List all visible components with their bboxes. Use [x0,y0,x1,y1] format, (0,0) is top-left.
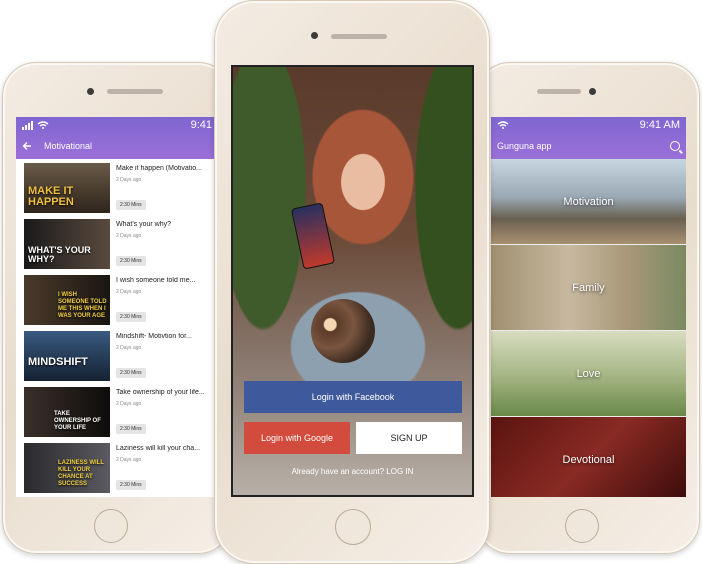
front-camera [589,88,596,95]
video-date: 2 Days ago [116,345,142,351]
video-list: MAKE IT HAPPEN Make it happen (Motivatio… [16,159,218,495]
video-title: Mindshift- Motivtion for... [116,333,192,340]
video-title: I wish someone told me... [116,277,196,284]
video-date: 2 Days ago [116,289,142,295]
video-duration: 2:30 Mins [116,312,146,322]
list-item[interactable]: MAKE IT HAPPEN Make it happen (Motivatio… [24,163,218,215]
video-thumbnail[interactable]: TAKE OWNERSHIP OF YOUR LIFE [24,387,110,437]
home-button[interactable] [565,509,599,543]
video-thumbnail[interactable]: MINDSHIFT [24,331,110,381]
category-label: Motivation [563,195,614,208]
category-devotional[interactable]: Devotional [491,416,686,497]
login-screen: Login with Facebook Login with Google SI… [231,65,474,497]
category-motivation[interactable]: Motivation [491,159,686,244]
earpiece-speaker [331,34,387,39]
right-screen: 9:41 AM Gunguna app Motivation Family Lo… [491,117,686,497]
front-camera [87,88,94,95]
thumbnail-text: MINDSHIFT [28,356,88,368]
list-item[interactable]: MINDSHIFT Mindshift- Motivtion for... 2 … [24,331,218,383]
video-duration: 2:30 Mins [116,424,146,434]
video-date: 2 Days ago [116,233,142,239]
video-thumbnail[interactable]: LAZINESS WILL KILL YOUR CHANCE AT SUCCES… [24,443,110,493]
app-title: Gunguna app [497,141,552,151]
back-arrow-icon[interactable] [22,141,32,151]
category-label: Love [576,367,601,380]
category-label: Devotional [562,453,615,466]
left-phone: 9:41 Motivational MAKE IT HAPPEN Make it… [2,62,232,554]
category-love[interactable]: Love [491,330,686,416]
center-phone: Login with Facebook Login with Google SI… [214,0,490,564]
list-item[interactable]: TAKE OWNERSHIP OF YOUR LIFE Take ownersh… [24,387,218,439]
app-bar: Gunguna app [491,133,686,159]
front-camera [311,32,318,39]
home-button[interactable] [335,509,371,545]
video-duration: 2:30 Mins [116,480,146,490]
status-time: 9:41 AM [639,119,680,131]
left-screen: 9:41 Motivational MAKE IT HAPPEN Make it… [16,117,218,497]
video-title: Make it happen (Motivatio... [116,165,202,172]
thumbnail-text: MAKE IT HAPPEN [28,185,74,208]
thumbnail-text: TAKE OWNERSHIP OF YOUR LIFE [54,411,101,431]
list-item[interactable]: LAZINESS WILL KILL YOUR CHANCE AT SUCCES… [24,443,218,495]
video-duration: 2:30 Mins [116,368,146,378]
sign-up-button[interactable]: SIGN UP [356,422,462,454]
video-title: Laziness will kill your cha... [116,445,201,452]
video-thumbnail[interactable]: I WISH SOMEONE TOLD ME THIS WHEN I WAS Y… [24,275,110,325]
app-bar: Motivational [16,133,218,159]
list-item[interactable]: I WISH SOMEONE TOLD ME THIS WHEN I WAS Y… [24,275,218,327]
search-icon[interactable] [670,141,680,151]
earpiece-speaker [107,89,163,94]
earpiece-speaker [537,89,581,94]
video-thumbnail[interactable]: WHAT'S YOUR WHY? [24,219,110,269]
video-date: 2 Days ago [116,177,142,183]
status-bar: 9:41 [16,117,218,133]
signal-icon [22,120,33,130]
video-duration: 2:30 Mins [116,256,146,266]
login-facebook-button[interactable]: Login with Facebook [244,381,462,413]
wifi-icon [37,121,49,129]
home-button[interactable] [94,509,128,543]
category-label: Family [572,281,605,294]
thumbnail-text: LAZINESS WILL KILL YOUR CHANCE AT SUCCES… [58,460,104,487]
login-link[interactable]: Already have an account? LOG IN [233,467,472,476]
video-thumbnail[interactable]: MAKE IT HAPPEN [24,163,110,213]
video-date: 2 Days ago [116,457,142,463]
video-title: Take ownership of your life... [116,389,205,396]
wifi-icon [497,121,509,129]
thumbnail-text: I WISH SOMEONE TOLD ME THIS WHEN I WAS Y… [58,292,107,319]
category-family[interactable]: Family [491,244,686,330]
thumbnail-text: WHAT'S YOUR WHY? [28,245,91,264]
right-phone: 9:41 AM Gunguna app Motivation Family Lo… [476,62,700,554]
status-time: 9:41 [190,119,212,131]
list-item[interactable]: WHAT'S YOUR WHY? What's your why? 2 Days… [24,219,218,271]
video-duration: 2:30 Mins [116,200,146,210]
video-date: 2 Days ago [116,401,142,407]
video-title: What's your why? [116,221,172,228]
page-title: Motivational [44,141,93,151]
login-google-button[interactable]: Login with Google [244,422,350,454]
photo-owl-bag [311,299,375,363]
status-bar: 9:41 AM [491,117,686,133]
